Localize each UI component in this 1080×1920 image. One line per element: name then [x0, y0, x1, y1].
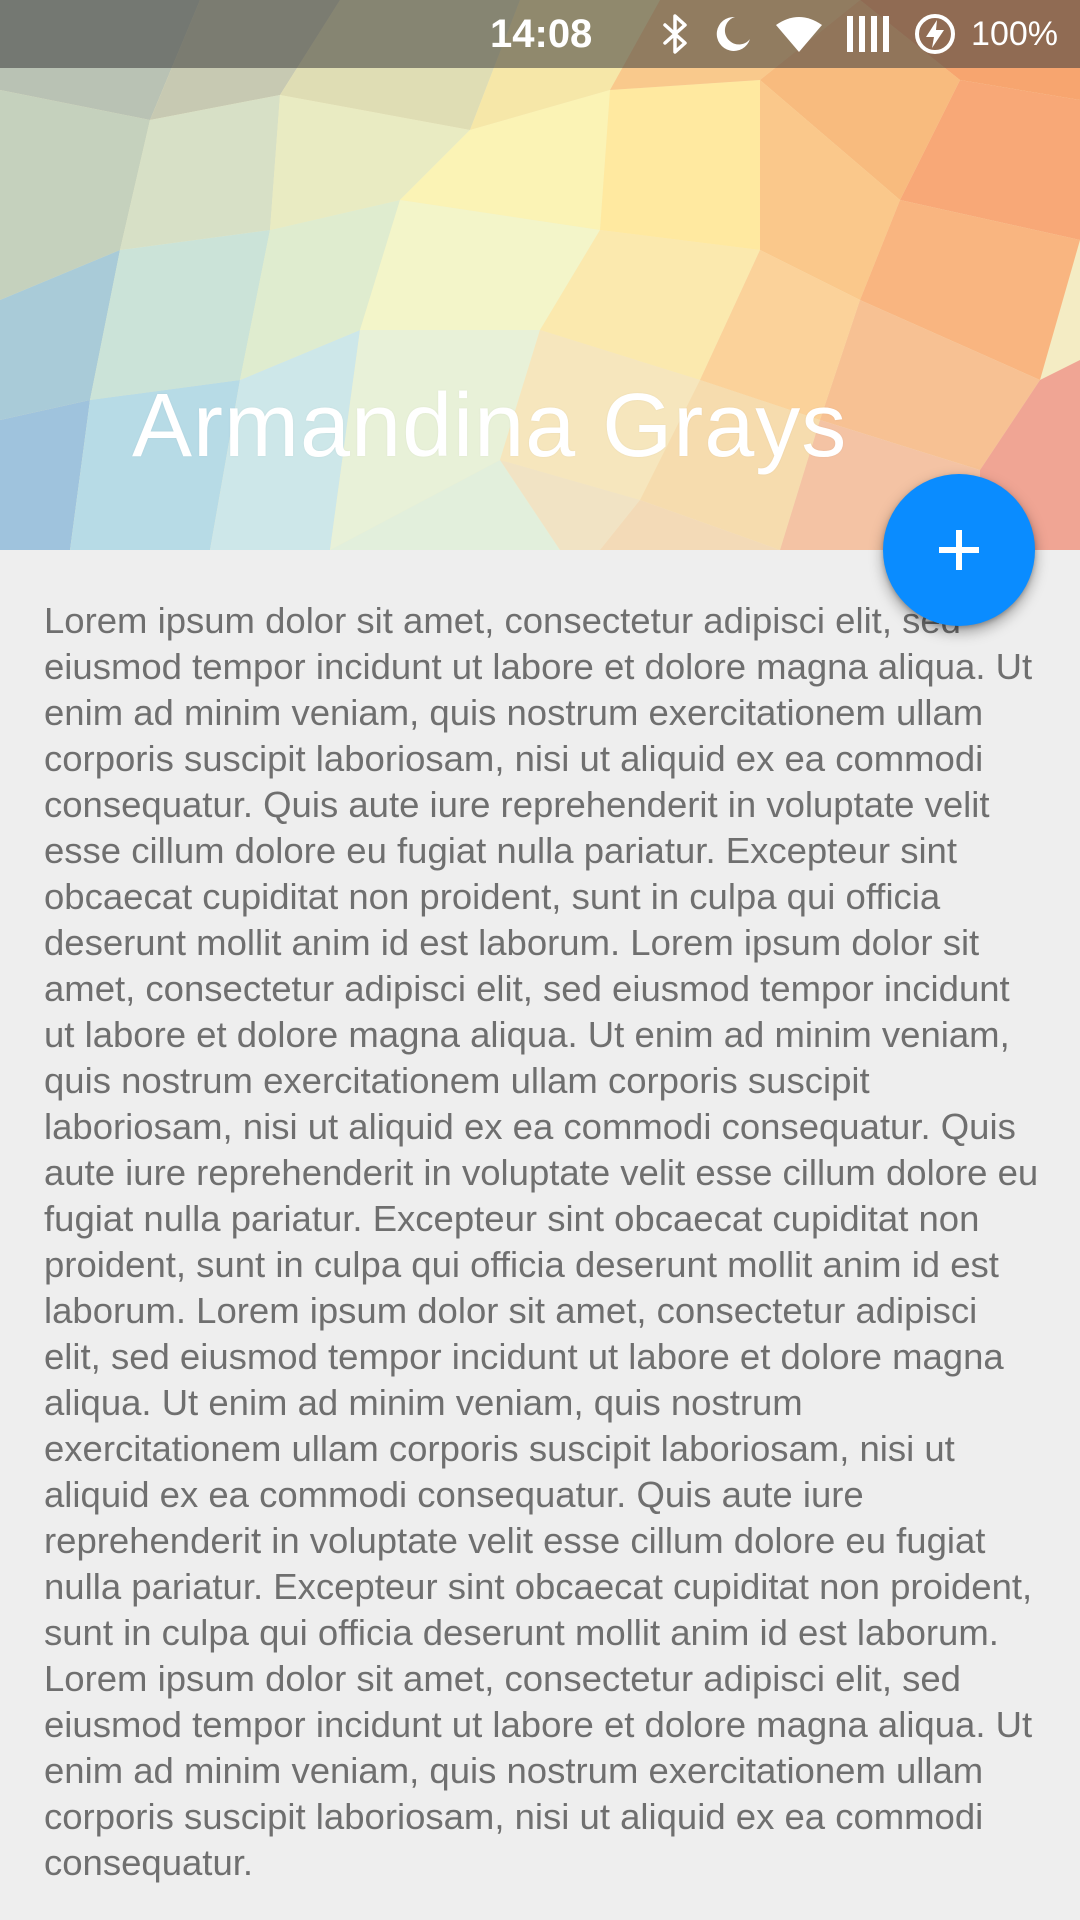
status-time: 14:08	[490, 12, 593, 56]
page-title: Armandina Grays	[132, 376, 848, 476]
status-icons: 100%	[661, 0, 1058, 68]
plus-icon	[939, 530, 979, 570]
screen: 14:08 100% Armandina Grays Lorem ipsum d…	[0, 0, 1080, 1920]
bluetooth-icon	[661, 0, 691, 68]
collapsing-header: 14:08 100% Armandina Grays	[0, 0, 1080, 550]
content-area[interactable]: Lorem ipsum dolor sit amet, consectetur …	[0, 550, 1080, 1920]
do-not-disturb-moon-icon	[713, 0, 753, 68]
add-fab-button[interactable]	[883, 474, 1035, 626]
battery-percent: 100%	[971, 14, 1058, 53]
status-bar: 14:08 100%	[0, 0, 1080, 68]
wifi-icon	[775, 0, 823, 68]
battery-charging-icon	[913, 0, 957, 68]
signal-icon	[845, 0, 891, 68]
body-text: Lorem ipsum dolor sit amet, consectetur …	[44, 600, 1039, 1883]
